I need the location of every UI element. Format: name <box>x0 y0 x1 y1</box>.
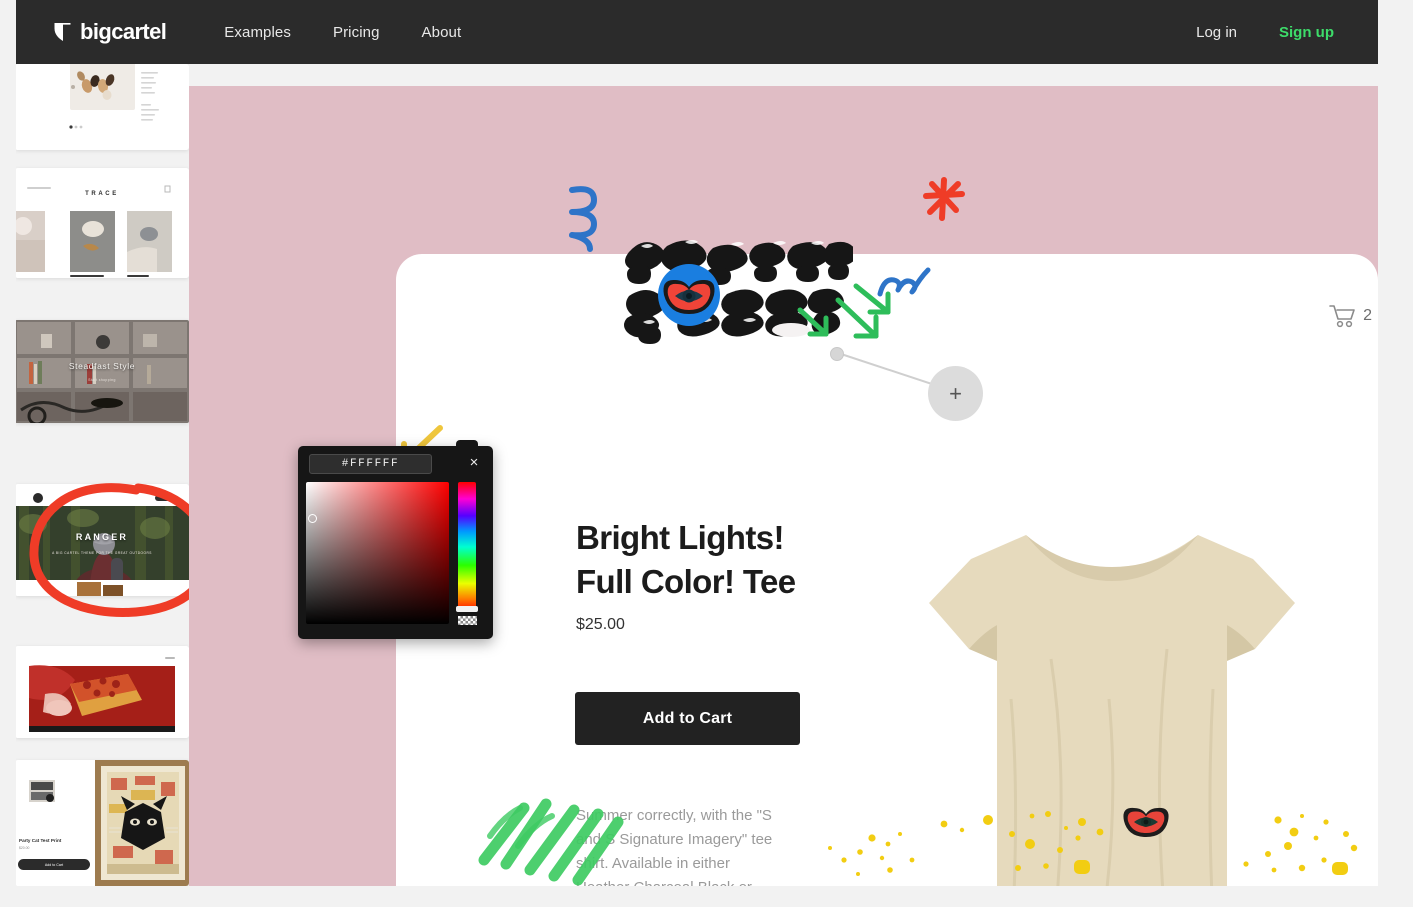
cat-product-price: $20.00 <box>19 846 30 850</box>
cat-add-to-cart-button[interactable]: Add to Cart <box>18 859 90 870</box>
app-root: bigcartel Examples Pricing About Log in … <box>0 0 1413 907</box>
ranger-subtitle: A BIG CARTEL THEME FOR THE GREAT OUTDOOR… <box>52 551 152 556</box>
pizza-thumb-art <box>16 646 189 738</box>
list-item[interactable]: Party Cat Test Print $20.00 Add to Cart <box>16 760 189 886</box>
theme-thumbnail-rail: TRACE Steadfast Style Start shopping RAN… <box>16 64 189 886</box>
nav-link-pricing[interactable]: Pricing <box>333 24 380 41</box>
shopping-cart-icon <box>1329 305 1355 328</box>
trace-thumb-art <box>16 168 189 278</box>
signup-link[interactable]: Sign up <box>1279 24 1334 41</box>
bigcartel-logo[interactable]: bigcartel <box>54 19 167 45</box>
add-to-cart-button[interactable]: Add to Cart <box>575 692 800 745</box>
cat-product-title: Party Cat Test Print <box>19 838 62 843</box>
list-item[interactable]: RANGER A BIG CARTEL THEME FOR THE GREAT … <box>16 484 189 596</box>
product-description: Summer correctly, with the "S and S Sign… <box>576 807 773 886</box>
saturation-value-field[interactable] <box>306 482 449 624</box>
bigcartel-shield-icon <box>54 23 71 41</box>
trace-shop-title: TRACE <box>85 191 119 197</box>
login-link[interactable]: Log in <box>1196 24 1237 41</box>
color-picker-notch <box>456 440 478 448</box>
product-grid-thumb-art <box>16 64 189 150</box>
close-icon[interactable]: × <box>465 454 483 472</box>
cat-print-preview: Party Cat Test Print $20.00 Add to Cart <box>16 760 189 886</box>
list-item[interactable]: TRACE <box>16 168 189 278</box>
product-preview-card: 2 Bright Lights! Full Color! Tee $25.00 … <box>396 254 1378 886</box>
eye-badge-icon <box>658 264 720 326</box>
page-title: Bright Lights! Full Color! Tee <box>576 516 896 604</box>
product-grid-preview <box>16 64 189 150</box>
brand-wordmark: bigcartel <box>80 19 167 44</box>
trace-shop-preview: TRACE <box>16 168 189 278</box>
product-title-line1: Bright Lights! <box>576 519 784 556</box>
nav-link-examples[interactable]: Examples <box>224 24 291 41</box>
hue-slider[interactable] <box>458 482 476 612</box>
list-item[interactable]: Steadfast Style Start shopping <box>16 320 189 423</box>
ranger-preview: RANGER A BIG CARTEL THEME FOR THE GREAT … <box>16 484 189 596</box>
editor-stage: TRACE Steadfast Style Start shopping RAN… <box>16 64 1378 886</box>
nav-links: Examples Pricing About <box>224 24 461 41</box>
steadfast-style-preview: Steadfast Style Start shopping <box>16 320 189 423</box>
steadfast-thumb-art <box>16 320 189 423</box>
alpha-checkerboard-swatch[interactable] <box>458 616 477 625</box>
cart-item-count: 2 <box>1363 307 1372 324</box>
cart-button[interactable]: 2 <box>1329 304 1372 328</box>
ranger-title: RANGER <box>75 532 129 543</box>
product-price: $25.00 <box>576 616 625 633</box>
product-image-tshirt <box>929 535 1295 886</box>
hex-color-input[interactable] <box>309 454 432 474</box>
list-item[interactable] <box>16 64 189 150</box>
product-title-line2: Full Color! Tee <box>576 563 796 600</box>
saturation-knob[interactable] <box>308 514 317 523</box>
add-element-button[interactable]: + <box>928 366 983 421</box>
nav-account-actions: Log in Sign up <box>1196 24 1334 41</box>
nav-link-about[interactable]: About <box>422 24 462 41</box>
list-item[interactable] <box>16 646 189 738</box>
hue-slider-knob[interactable] <box>456 606 478 612</box>
steadfast-title: Steadfast Style <box>68 361 136 372</box>
pizza-shop-preview <box>16 646 189 738</box>
top-navigation-bar: bigcartel Examples Pricing About Log in … <box>16 0 1378 64</box>
connector-handle[interactable] <box>830 347 844 361</box>
color-picker-popup: × <box>298 440 493 639</box>
steadfast-subtitle: Start shopping <box>88 377 116 382</box>
